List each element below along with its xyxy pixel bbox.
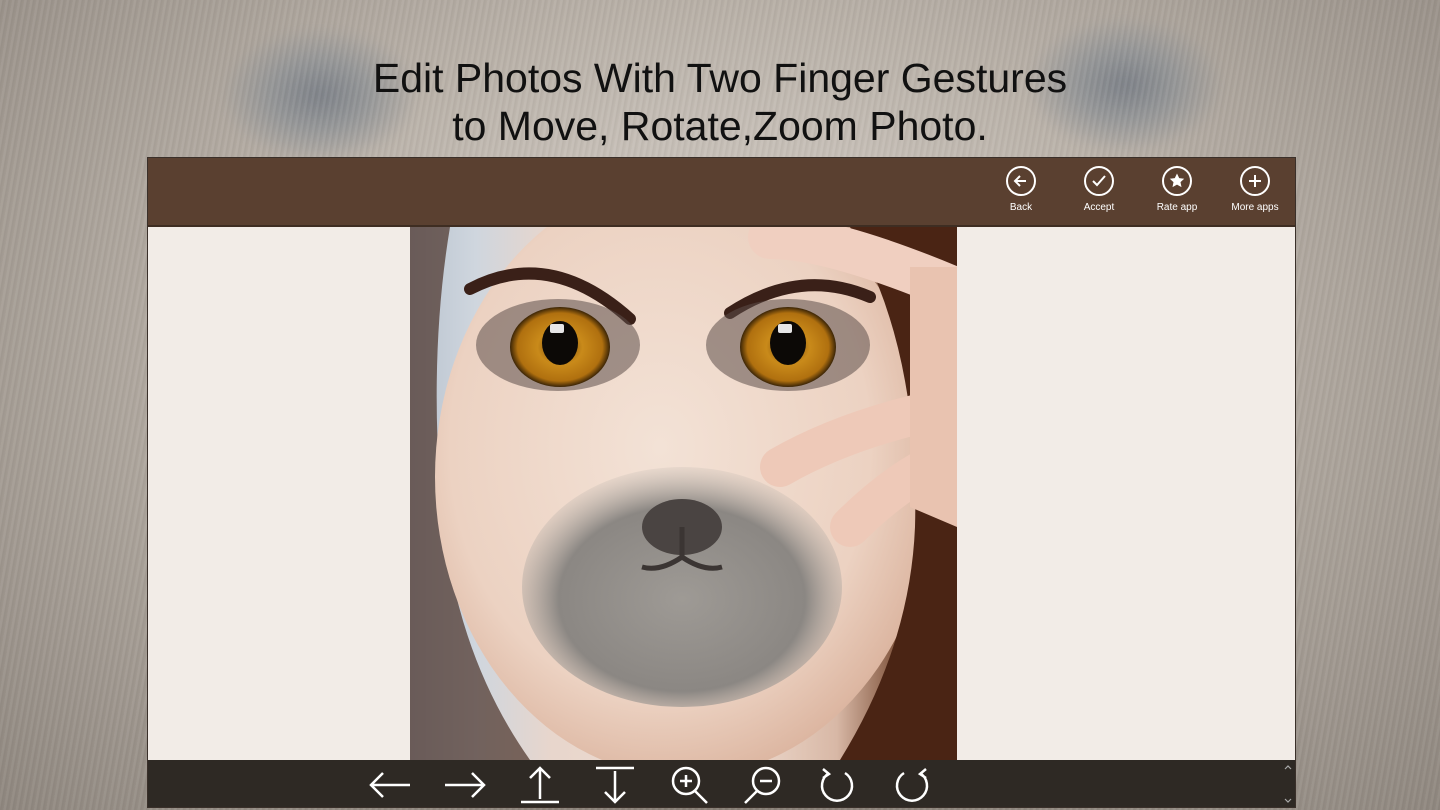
more-apps-button[interactable]: More apps (1220, 166, 1290, 222)
promo-headline: Edit Photos With Two Finger Gestures to … (0, 54, 1440, 150)
star-circle-icon (1162, 166, 1192, 196)
edited-photo[interactable] (410, 227, 957, 760)
zoom-in-button[interactable] (666, 764, 714, 806)
zoom-out-button[interactable] (738, 764, 786, 806)
headline-line-1: Edit Photos With Two Finger Gestures (372, 55, 1068, 101)
move-left-icon (369, 772, 410, 798)
move-down-icon (596, 766, 634, 804)
accept-button[interactable]: Accept (1064, 166, 1134, 222)
headline-line-2: to Move, Rotate,Zoom Photo. (452, 103, 988, 149)
app-window: Back Accept Rate app More apps (147, 157, 1296, 808)
back-label: Back (1009, 202, 1033, 213)
rate-app-label: Rate app (1156, 202, 1198, 213)
accept-label: Accept (1083, 202, 1115, 213)
chevron-up-icon (1284, 765, 1292, 770)
plus-circle-icon (1240, 166, 1270, 196)
arrow-left-circle-icon (1006, 166, 1036, 196)
rotate-right-icon (895, 768, 929, 802)
edit-canvas[interactable] (148, 227, 1295, 760)
toolbar-scrollbar[interactable] (1283, 764, 1293, 804)
move-left-button[interactable] (366, 764, 414, 806)
zoom-out-icon (744, 766, 781, 804)
move-up-button[interactable] (516, 764, 564, 806)
check-circle-icon (1084, 166, 1114, 196)
rate-app-button[interactable]: Rate app (1142, 166, 1212, 222)
zoom-in-icon (671, 766, 708, 804)
bottom-toolbar (148, 760, 1295, 807)
move-right-icon (445, 772, 486, 798)
rotate-left-icon (820, 768, 854, 802)
rotate-right-button[interactable] (888, 764, 936, 806)
move-right-button[interactable] (441, 764, 489, 806)
more-apps-label: More apps (1231, 202, 1279, 213)
chevron-down-icon (1284, 798, 1292, 803)
move-down-button[interactable] (591, 764, 639, 806)
rotate-left-button[interactable] (813, 764, 861, 806)
move-up-icon (521, 766, 559, 804)
back-button[interactable]: Back (986, 166, 1056, 222)
top-app-bar: Back Accept Rate app More apps (148, 158, 1295, 227)
